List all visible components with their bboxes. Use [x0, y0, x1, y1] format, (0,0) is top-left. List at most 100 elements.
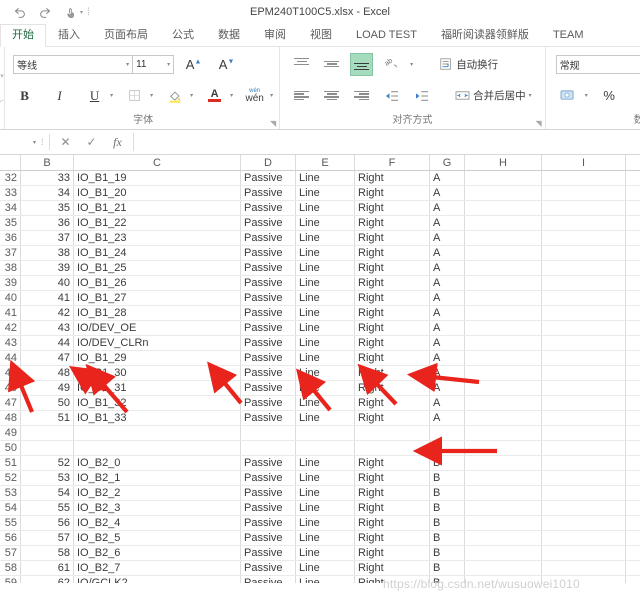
- row-header[interactable]: 40: [0, 290, 21, 306]
- cell-D[interactable]: Passive: [240, 215, 296, 231]
- cell-I[interactable]: [541, 455, 626, 471]
- cell-B[interactable]: [20, 440, 74, 456]
- cell-H[interactable]: [464, 410, 542, 426]
- cell-D[interactable]: Passive: [240, 245, 296, 261]
- cell-C[interactable]: IO/DEV_OE: [73, 320, 241, 336]
- cell-E[interactable]: Line: [295, 530, 355, 546]
- column-header-H[interactable]: H: [464, 155, 542, 171]
- cell-E[interactable]: Line: [295, 200, 355, 216]
- cell-C[interactable]: IO/GCLK2: [73, 575, 241, 583]
- cell-F[interactable]: Right: [354, 260, 430, 276]
- cell-G[interactable]: B: [429, 530, 465, 546]
- cell-G[interactable]: B: [429, 485, 465, 501]
- formula-input[interactable]: [132, 133, 640, 151]
- cell-C[interactable]: [73, 425, 241, 441]
- row-header[interactable]: 35: [0, 215, 21, 231]
- cell-E[interactable]: Line: [295, 515, 355, 531]
- cell-E[interactable]: Line: [295, 455, 355, 471]
- cell-G[interactable]: A: [429, 170, 465, 186]
- name-box-chevron-down-icon[interactable]: ▾: [33, 139, 36, 146]
- cell-C[interactable]: IO_B1_24: [73, 245, 241, 261]
- cell-I[interactable]: [541, 290, 626, 306]
- cell-F[interactable]: Right: [354, 500, 430, 516]
- bold-button[interactable]: B: [13, 84, 36, 107]
- cell-H[interactable]: [464, 185, 542, 201]
- cell-C[interactable]: IO/DEV_CLRn: [73, 335, 241, 351]
- cell-F[interactable]: Right: [354, 470, 430, 486]
- row-header[interactable]: 55: [0, 515, 21, 531]
- cell-G[interactable]: B: [429, 470, 465, 486]
- cell-B[interactable]: 49: [20, 380, 74, 396]
- column-header-D[interactable]: D: [240, 155, 296, 171]
- cell-B[interactable]: 62: [20, 575, 74, 583]
- cell-E[interactable]: Line: [295, 230, 355, 246]
- cell-G[interactable]: A: [429, 305, 465, 321]
- name-box[interactable]: ▾: [2, 134, 39, 151]
- accounting-chevron-down-icon[interactable]: ▾: [585, 92, 588, 99]
- cell-G[interactable]: B: [429, 455, 465, 471]
- cell-J[interactable]: [625, 305, 640, 321]
- cell-C[interactable]: IO_B1_31: [73, 380, 241, 396]
- cell-C[interactable]: IO_B2_1: [73, 470, 241, 486]
- cell-D[interactable]: Passive: [240, 335, 296, 351]
- cell-C[interactable]: [73, 440, 241, 456]
- cell-H[interactable]: [464, 275, 542, 291]
- align-left-button[interactable]: [290, 84, 313, 107]
- decrease-indent-button[interactable]: [380, 84, 403, 107]
- cell-J[interactable]: [625, 200, 640, 216]
- cell-F[interactable]: [354, 440, 430, 456]
- cell-J[interactable]: [625, 545, 640, 561]
- cell-I[interactable]: [541, 575, 626, 583]
- cell-G[interactable]: B: [429, 515, 465, 531]
- cell-C[interactable]: IO_B1_20: [73, 185, 241, 201]
- cell-B[interactable]: 34: [20, 185, 74, 201]
- cell-G[interactable]: A: [429, 335, 465, 351]
- cell-J[interactable]: [625, 440, 640, 456]
- cell-I[interactable]: [541, 485, 626, 501]
- cell-C[interactable]: IO_B2_7: [73, 560, 241, 576]
- cell-I[interactable]: [541, 395, 626, 411]
- cell-I[interactable]: [541, 545, 626, 561]
- cell-I[interactable]: [541, 245, 626, 261]
- cell-G[interactable]: B: [429, 545, 465, 561]
- cell-H[interactable]: [464, 290, 542, 306]
- cell-G[interactable]: A: [429, 410, 465, 426]
- font-size-chevron-down-icon[interactable]: ▾: [167, 61, 170, 68]
- tab-home[interactable]: 开始: [0, 24, 46, 47]
- cell-B[interactable]: 52: [20, 455, 74, 471]
- cell-F[interactable]: Right: [354, 560, 430, 576]
- cell-C[interactable]: IO_B2_5: [73, 530, 241, 546]
- orientation-chevron-down-icon[interactable]: ▾: [410, 61, 413, 68]
- cell-F[interactable]: Right: [354, 455, 430, 471]
- cell-B[interactable]: [20, 425, 74, 441]
- cell-E[interactable]: Line: [295, 395, 355, 411]
- cell-I[interactable]: [541, 200, 626, 216]
- cell-G[interactable]: A: [429, 260, 465, 276]
- cell-B[interactable]: 57: [20, 530, 74, 546]
- cell-H[interactable]: [464, 515, 542, 531]
- clipboard-launcher-icon[interactable]: ⌐: [0, 98, 4, 105]
- cell-I[interactable]: [541, 380, 626, 396]
- cell-F[interactable]: Right: [354, 290, 430, 306]
- cell-G[interactable]: B: [429, 500, 465, 516]
- cell-E[interactable]: Line: [295, 305, 355, 321]
- cell-J[interactable]: [625, 365, 640, 381]
- cell-E[interactable]: Line: [295, 245, 355, 261]
- row-header[interactable]: 45: [0, 365, 21, 381]
- cell-B[interactable]: 42: [20, 305, 74, 321]
- cell-G[interactable]: A: [429, 215, 465, 231]
- cell-G[interactable]: A: [429, 245, 465, 261]
- row-header[interactable]: 42: [0, 320, 21, 336]
- cell-E[interactable]: Line: [295, 380, 355, 396]
- cell-F[interactable]: Right: [354, 305, 430, 321]
- cell-B[interactable]: 53: [20, 470, 74, 486]
- cell-J[interactable]: [625, 455, 640, 471]
- cell-E[interactable]: Line: [295, 485, 355, 501]
- cell-C[interactable]: IO_B1_32: [73, 395, 241, 411]
- font-color-chevron-down-icon[interactable]: ▾: [230, 92, 233, 99]
- borders-chevron-down-icon[interactable]: ▾: [150, 92, 153, 99]
- cell-J[interactable]: [625, 350, 640, 366]
- cell-B[interactable]: 50: [20, 395, 74, 411]
- cell-D[interactable]: Passive: [240, 500, 296, 516]
- cell-I[interactable]: [541, 470, 626, 486]
